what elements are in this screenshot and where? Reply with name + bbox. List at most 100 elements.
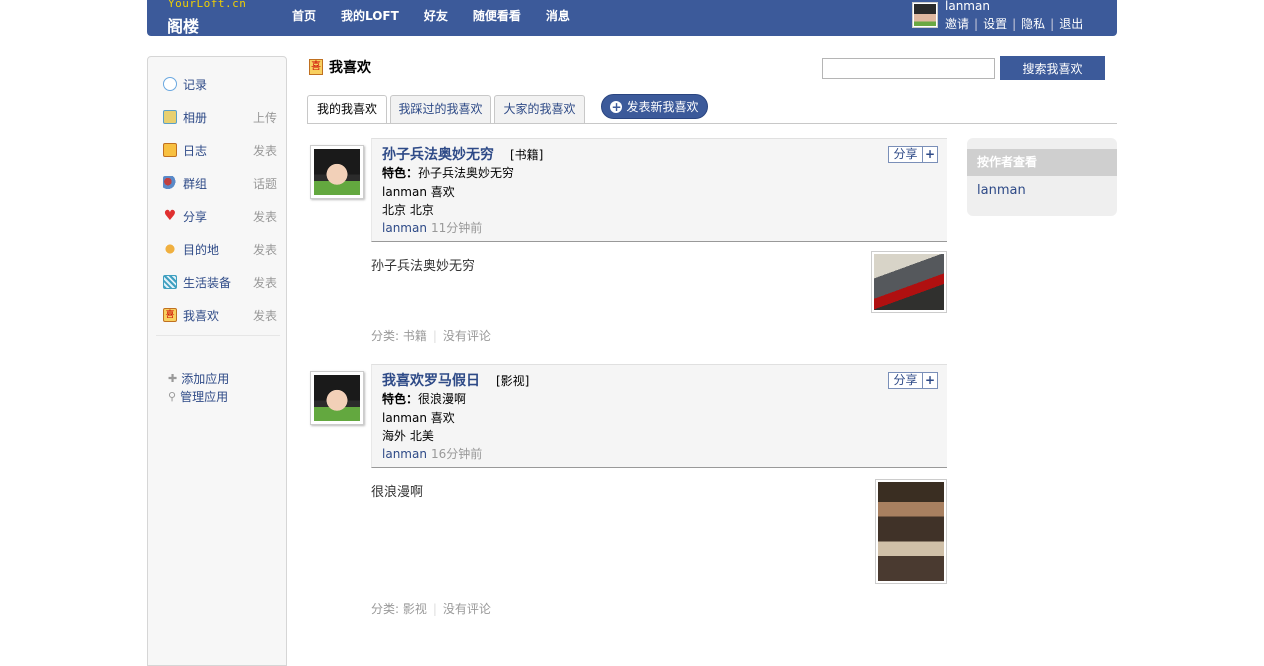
sidebar-item-groups[interactable]: 群组 话题 <box>163 174 277 192</box>
topic-link[interactable]: 话题 <box>253 175 277 192</box>
share-label: 分享 <box>889 147 923 162</box>
post-location: 海外 北美 <box>382 429 434 443</box>
plus-icon: + <box>924 373 936 387</box>
publish-link[interactable]: 发表 <box>253 142 277 159</box>
post-time: 16分钟前 <box>430 447 483 461</box>
hand-icon <box>163 242 177 256</box>
post-footer: 分类: 书籍 | 没有评论 <box>371 327 491 344</box>
sidebar-item-label: 分享 <box>183 209 208 224</box>
post-meta: lanman 16分钟前 <box>382 445 482 462</box>
comments-link[interactable]: 没有评论 <box>443 602 491 616</box>
nav-my-loft[interactable]: 我的LOFT <box>341 7 399 24</box>
avatar[interactable] <box>310 145 364 199</box>
separator: | <box>432 602 437 616</box>
publish-link[interactable]: 发表 <box>253 241 277 258</box>
feature-text: 孙子兵法奥妙无穷 <box>418 166 515 180</box>
plus-icon: ✚ <box>168 372 178 385</box>
publish-link[interactable]: 发表 <box>253 274 277 291</box>
search-input[interactable] <box>822 58 995 79</box>
author-filter-box: 按作者查看 lanman <box>967 138 1117 216</box>
post-category[interactable]: 分类: 书籍 <box>371 329 427 343</box>
nav-friends[interactable]: 好友 <box>424 7 448 24</box>
logout-link[interactable]: 退出 <box>1059 17 1083 31</box>
manage-app-link[interactable]: ⚲ 管理应用 <box>168 388 228 405</box>
sidebar-item-label: 相册 <box>183 110 208 125</box>
privacy-link[interactable]: 隐私 <box>1021 17 1045 31</box>
user-name[interactable]: lanman <box>945 0 990 13</box>
avatar[interactable] <box>912 2 938 28</box>
brand-logo[interactable]: 阁楼 <box>167 13 199 37</box>
post-liker: lanman 喜欢 <box>382 411 455 425</box>
like-icon: 喜 <box>309 59 323 75</box>
separator: | <box>1012 17 1017 31</box>
invite-link[interactable]: 邀请 <box>945 17 969 31</box>
feature-text: 很浪漫啊 <box>418 392 467 406</box>
post-category-tag: [影视] <box>496 374 530 388</box>
add-app-label: 添加应用 <box>181 372 230 386</box>
sidebar-item-destination[interactable]: 目的地 发表 <box>163 240 277 258</box>
heart-icon: ♥ <box>163 208 177 224</box>
sidebar-item-records[interactable]: 记录 <box>163 75 275 93</box>
feature-label: 特色： <box>382 392 419 406</box>
publish-link[interactable]: 发表 <box>253 307 277 324</box>
post-title[interactable]: 我喜欢罗马假日 <box>382 370 480 390</box>
tabs-divider <box>307 123 1117 124</box>
avatar[interactable] <box>310 371 364 425</box>
post-body: 很浪漫啊 <box>371 485 424 500</box>
share-button[interactable]: 分享 + <box>888 372 938 389</box>
nav-messages[interactable]: 消息 <box>546 7 570 24</box>
post-header: 我喜欢罗马假日 [影视] 分享 + 特色：很浪漫啊 lanman 喜欢 海外 北美… <box>371 364 947 468</box>
post-category-tag: [书籍] <box>510 148 544 162</box>
plus-icon: + <box>610 99 623 114</box>
nav-explore[interactable]: 随便看看 <box>473 7 521 24</box>
post-feature: 特色：孙子兵法奥妙无穷 <box>382 164 514 181</box>
nav-home[interactable]: 首页 <box>292 7 316 24</box>
post-header: 孙子兵法奥妙无穷 [书籍] 分享 + 特色：孙子兵法奥妙无穷 lanman 喜欢 … <box>371 138 947 242</box>
sidebar-item-blog[interactable]: 日志 发表 <box>163 141 277 159</box>
upload-link[interactable]: 上传 <box>253 109 277 126</box>
plus-icon: + <box>924 147 936 161</box>
lock-icon <box>163 143 177 157</box>
post-title[interactable]: 孙子兵法奥妙无穷 <box>382 144 494 164</box>
post-time: 11分钟前 <box>430 221 483 235</box>
add-app-link[interactable]: ✚ 添加应用 <box>168 370 229 387</box>
post-location: 北京 北京 <box>382 203 434 217</box>
share-label: 分享 <box>889 373 923 388</box>
post-image[interactable] <box>875 479 947 584</box>
publish-link[interactable]: 发表 <box>253 208 277 225</box>
grid-icon <box>163 275 177 289</box>
settings-link[interactable]: 设置 <box>983 17 1007 31</box>
author-filter-link[interactable]: lanman <box>977 183 1026 198</box>
tab-disliked[interactable]: 我踩过的我喜欢 <box>390 95 491 124</box>
tab-everyone[interactable]: 大家的我喜欢 <box>494 95 585 124</box>
feature-label: 特色： <box>382 166 419 180</box>
post-body: 孙子兵法奥妙无穷 <box>371 259 476 274</box>
new-like-button[interactable]: + 发表新我喜欢 <box>601 94 708 119</box>
sidebar: 记录 相册 上传 日志 发表 群组 话题 ♥ 分享 发表 目的地 发表 生活装备… <box>147 56 287 666</box>
separator: | <box>1050 17 1055 31</box>
post-image[interactable] <box>871 251 947 313</box>
post-footer: 分类: 影视 | 没有评论 <box>371 600 491 617</box>
tab-mine[interactable]: 我的我喜欢 <box>307 95 387 124</box>
sidebar-item-gear[interactable]: 生活装备 发表 <box>163 273 277 291</box>
sidebar-item-label: 记录 <box>183 77 208 92</box>
sidebar-item-album[interactable]: 相册 上传 <box>163 108 277 126</box>
sidebar-item-share[interactable]: ♥ 分享 发表 <box>163 207 277 225</box>
sidebar-item-like[interactable]: 喜 我喜欢 发表 <box>163 306 277 324</box>
author-link[interactable]: lanman <box>382 447 427 461</box>
share-button[interactable]: 分享 + <box>888 146 938 163</box>
manage-app-label: 管理应用 <box>180 390 229 404</box>
speech-bubble-icon <box>163 77 177 91</box>
author-link[interactable]: lanman <box>382 221 427 235</box>
separator: | <box>974 17 979 31</box>
page-header: 喜 我喜欢 <box>309 57 371 77</box>
post-feature: 特色：很浪漫啊 <box>382 390 466 407</box>
comments-link[interactable]: 没有评论 <box>443 329 491 343</box>
brand-domain[interactable]: YourLoft.cn <box>168 0 246 10</box>
top-nav: 首页 我的LOFT 好友 随便看看 消息 <box>292 7 595 24</box>
post-liker: lanman 喜欢 <box>382 185 455 199</box>
post-category[interactable]: 分类: 影视 <box>371 602 427 616</box>
top-bar: YourLoft.cn 阁楼 首页 我的LOFT 好友 随便看看 消息 lanm… <box>147 0 1117 36</box>
sidebar-item-label: 目的地 <box>183 242 220 257</box>
search-button[interactable]: 搜索我喜欢 <box>1000 56 1105 80</box>
